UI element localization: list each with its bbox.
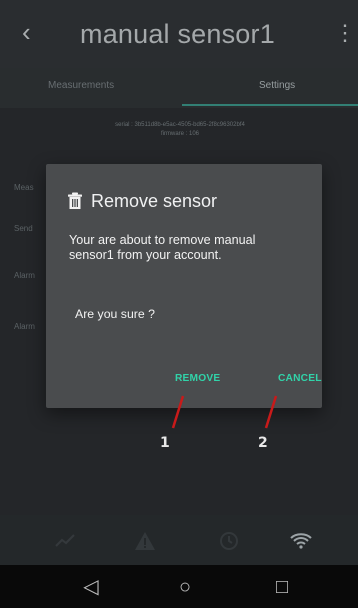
screen: ‹ manual sensor1 ⋮ Measurements Settings… bbox=[0, 0, 358, 608]
trash-icon bbox=[68, 192, 82, 210]
dialog-header: Remove sensor bbox=[68, 189, 217, 213]
annotation-label-2: 2 bbox=[258, 435, 268, 451]
annotation-label-1: 1 bbox=[160, 435, 170, 451]
dialog-actions: REMOVE CANCEL bbox=[46, 367, 322, 391]
cancel-button[interactable]: CANCEL bbox=[272, 367, 328, 391]
dialog-title: Remove sensor bbox=[91, 191, 218, 211]
remove-button[interactable]: REMOVE bbox=[169, 367, 226, 391]
remove-sensor-dialog: Remove sensor Your are about to remove m… bbox=[46, 164, 322, 408]
dialog-question: Are you sure ? bbox=[75, 307, 155, 321]
dialog-message: Your are about to remove manual sensor1 … bbox=[69, 233, 256, 262]
